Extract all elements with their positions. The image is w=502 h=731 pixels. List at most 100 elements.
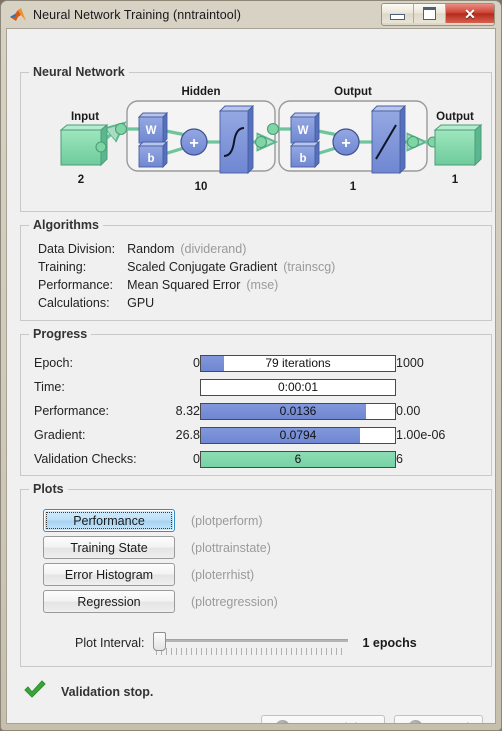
algorithm-value: Random (dividerand) [127, 240, 335, 258]
status-message: Validation stop. [61, 684, 154, 699]
progress-row-performance: Performance: 8.32 0.0136 0.00 [34, 399, 480, 423]
validation-checks-progress-bar: 6 [200, 450, 396, 468]
plot-row-training-state: Training State (plottrainstate) [43, 536, 271, 559]
progress-bar-text: 6 [294, 452, 302, 466]
gradient-progress-bar: 0.0794 [200, 426, 396, 444]
algorithm-value: Scaled Conjugate Gradient (trainscg) [127, 258, 335, 276]
progress-min-value: 26.8 [175, 428, 200, 442]
progress-label: Validation Checks: [34, 452, 137, 466]
algorithm-value-text: Scaled Conjugate Gradient [127, 260, 278, 274]
algorithm-row: Performance: Mean Squared Error (mse) [38, 276, 335, 294]
progress-label: Performance: [34, 404, 110, 418]
progress-bar-text: 79 iterations [265, 356, 331, 370]
epoch-progress-bar: 79 iterations [200, 354, 396, 372]
algorithm-key: Data Division: [38, 242, 116, 256]
svg-text:b: b [147, 153, 154, 165]
progress-max-value: 6 [396, 452, 403, 466]
svg-text:W: W [298, 125, 309, 137]
algorithm-value: Mean Squared Error (mse) [127, 276, 335, 294]
svg-text:Hidden: Hidden [182, 86, 221, 98]
close-button[interactable]: ✕ [446, 4, 494, 23]
algorithm-row: Data Division: Random (dividerand) [38, 240, 335, 258]
progress-bar-text: 0.0136 [279, 404, 317, 418]
window-controls: ✕ [381, 3, 495, 26]
progress-min-value [152, 375, 200, 399]
plot-interval-row: Plot Interval: 1 epochs [75, 630, 417, 656]
status-row: Validation stop. [23, 679, 153, 704]
window-title: Neural Network Training (nntraintool) [33, 7, 241, 22]
regression-plot-function: (plotregression) [191, 594, 278, 609]
client-area: Neural Network Input 2 Hidden W b + 10 O… [6, 28, 496, 724]
plot-row-regression: Regression (plotregression) [43, 590, 278, 613]
algorithm-row: Calculations: GPU [38, 294, 335, 312]
maximize-button[interactable] [414, 4, 446, 23]
svg-text:b: b [299, 153, 306, 165]
progress-group: Progress Epoch: 0 79 iterations 1000 Tim… [20, 327, 492, 476]
progress-label: Gradient: [34, 428, 86, 442]
progress-row-validation-checks: Validation Checks: 0 6 6 [34, 447, 480, 471]
algorithms-legend: Algorithms [29, 218, 103, 232]
algorithm-row: Training: Scaled Conjugate Gradient (trai… [38, 258, 335, 276]
performance-plot-label: Performance [46, 512, 172, 529]
performance-plot-button[interactable]: Performance [43, 509, 175, 532]
maximize-icon [423, 7, 436, 20]
network-architecture-diagram: Input 2 Hidden W b + 10 Output W b + 1 O… [59, 86, 483, 193]
cancel-button[interactable]: ✕ Cancel [394, 715, 483, 724]
minimize-button[interactable] [382, 4, 414, 23]
cancel-label: Cancel [430, 721, 469, 724]
svg-text:10: 10 [195, 181, 208, 193]
svg-text:2: 2 [78, 174, 84, 186]
algorithm-value-text: GPU [127, 296, 155, 310]
plot-interval-value: 1 epochs [362, 636, 417, 650]
algorithm-function: (trainscg) [283, 260, 336, 274]
input-block: Input 2 [59, 111, 109, 186]
progress-max-value [396, 375, 480, 399]
regression-plot-button[interactable]: Regression [43, 590, 175, 613]
green-check-icon [23, 679, 47, 704]
slider-ticks [156, 648, 347, 655]
svg-text:Output: Output [334, 86, 372, 98]
progress-max-value: 1.00e-06 [396, 428, 446, 442]
error-histogram-plot-function: (ploterrhist) [191, 567, 255, 582]
progress-min-value: 8.32 [175, 404, 200, 418]
algorithm-value-text: Random [127, 242, 175, 256]
progress-row-epoch: Epoch: 0 79 iterations 1000 [34, 351, 480, 375]
svg-text:Input: Input [71, 111, 99, 123]
stop-training-label: Stop Training [297, 721, 371, 724]
progress-row-time: Time: 0:00:01 [34, 375, 480, 399]
plot-row-error-histogram: Error Histogram (ploterrhist) [43, 563, 254, 586]
algorithm-function: (dividerand) [180, 242, 247, 256]
progress-table: Epoch: 0 79 iterations 1000 Time: 0:00:0… [34, 351, 480, 471]
progress-bar-text: 0:00:01 [277, 380, 319, 394]
algorithm-function: (mse) [246, 278, 279, 292]
application-window: Neural Network Training (nntraintool) ✕ … [0, 0, 502, 731]
progress-label: Epoch: [34, 356, 73, 370]
algorithm-key: Training: [38, 260, 87, 274]
time-progress-bar: 0:00:01 [200, 378, 396, 396]
slider-track [158, 639, 349, 642]
plot-row-performance: Performance (plotperform) [43, 509, 263, 532]
title-bar: Neural Network Training (nntraintool) ✕ [6, 1, 496, 28]
progress-label: Time: [34, 380, 65, 394]
progress-max-value: 1000 [396, 356, 424, 370]
stop-training-button[interactable]: STOP Stop Training [261, 715, 386, 724]
algorithm-value-text: Mean Squared Error [127, 278, 241, 292]
algorithms-table: Data Division: Random (dividerand) Traini… [38, 240, 335, 312]
performance-plot-function: (plotperform) [191, 513, 263, 528]
dialog-buttons: STOP Stop Training ✕ Cancel [261, 715, 483, 724]
error-histogram-plot-button[interactable]: Error Histogram [43, 563, 175, 586]
plot-interval-label: Plot Interval: [75, 636, 145, 650]
svg-text:1: 1 [350, 181, 357, 193]
plot-interval-slider[interactable] [152, 630, 349, 656]
algorithm-function [154, 296, 160, 310]
stop-sign-icon: STOP [275, 720, 291, 723]
svg-text:+: + [189, 135, 198, 152]
training-state-plot-button[interactable]: Training State [43, 536, 175, 559]
progress-min-value: 0 [193, 452, 200, 466]
plots-group: Plots Performance (plotperform) Training… [20, 482, 492, 667]
svg-text:+: + [341, 135, 350, 152]
slider-thumb[interactable] [153, 632, 167, 651]
svg-text:Output: Output [436, 111, 474, 123]
progress-max-value: 0.00 [396, 404, 421, 418]
progress-min-value: 0 [193, 356, 200, 370]
